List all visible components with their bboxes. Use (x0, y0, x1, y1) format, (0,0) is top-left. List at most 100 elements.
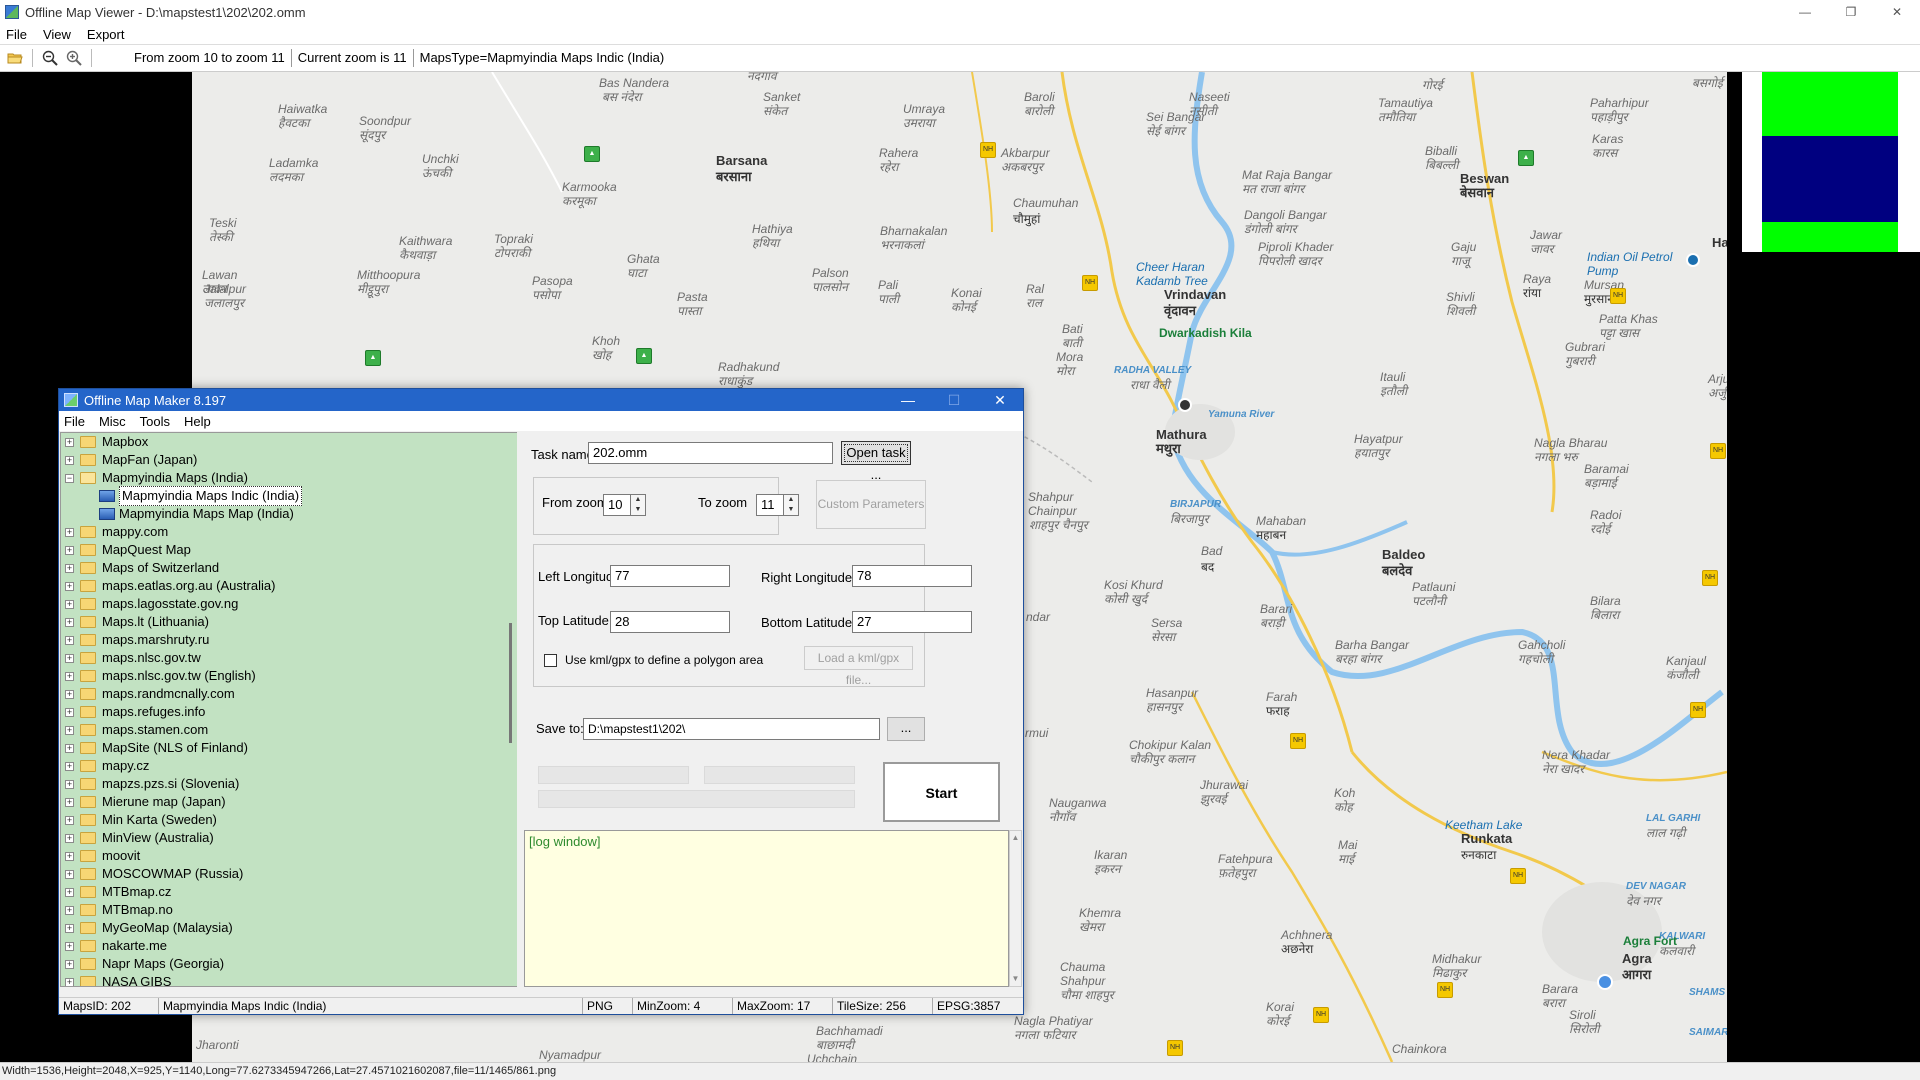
collapse-icon[interactable]: − (65, 473, 74, 483)
open-folder-icon[interactable] (6, 49, 24, 67)
tree-folder-item[interactable]: + MTBmap.no (61, 901, 505, 919)
tree-folder-item[interactable]: + mapy.cz (61, 757, 505, 775)
tree-leaf-item[interactable]: Mapmyindia Maps Indic (India) (61, 486, 505, 506)
task-name-input[interactable]: 202.omm (588, 442, 833, 464)
menu-export[interactable]: Export (87, 27, 125, 42)
dialog-close-button[interactable]: ✕ (977, 389, 1023, 411)
expand-icon[interactable]: + (65, 815, 74, 825)
stepper-down-icon[interactable]: ▼ (784, 505, 798, 515)
expand-icon[interactable]: + (65, 887, 74, 897)
expand-icon[interactable]: + (65, 743, 74, 753)
tree-folder-item[interactable]: + maps.nlsc.gov.tw (61, 649, 505, 667)
tree-folder-item[interactable]: + Mierune map (Japan) (61, 793, 505, 811)
dialog-menu-file[interactable]: File (64, 414, 85, 429)
menu-view[interactable]: View (43, 27, 71, 42)
tree-folder-item[interactable]: + MapQuest Map (61, 541, 505, 559)
tree-folder-item[interactable]: + maps.nlsc.gov.tw (English) (61, 667, 505, 685)
zoom-out-icon[interactable] (41, 49, 59, 67)
log-window[interactable]: [log window] (524, 830, 1009, 987)
tree-folder-item[interactable]: − Mapmyindia Maps (India) (61, 469, 505, 487)
expand-icon[interactable]: + (65, 959, 74, 969)
stepper-up-icon[interactable]: ▲ (631, 495, 645, 505)
use-kml-checkbox[interactable] (544, 654, 557, 667)
dialog-menu-help[interactable]: Help (184, 414, 211, 429)
expand-icon[interactable]: + (65, 563, 74, 573)
expand-icon[interactable]: + (65, 617, 74, 627)
tree-folder-item[interactable]: + nakarte.me (61, 937, 505, 955)
expand-icon[interactable]: + (65, 653, 74, 663)
to-zoom-stepper[interactable]: ▲ ▼ (783, 494, 799, 516)
tree-folder-item[interactable]: + mapzs.pzs.si (Slovenia) (61, 775, 505, 793)
tree-folder-item[interactable]: + Napr Maps (Georgia) (61, 955, 505, 973)
expand-icon[interactable]: + (65, 581, 74, 591)
save-to-input[interactable]: D:\mapstest1\202\ (583, 718, 880, 740)
expand-icon[interactable]: + (65, 725, 74, 735)
expand-icon[interactable]: + (65, 761, 74, 771)
expand-icon[interactable]: + (65, 779, 74, 789)
tree-folder-item[interactable]: + Maps.lt (Lithuania) (61, 613, 505, 631)
expand-icon[interactable]: + (65, 635, 74, 645)
tree-folder-item[interactable]: + maps.stamen.com (61, 721, 505, 739)
expand-icon[interactable]: + (65, 437, 74, 447)
tree-folder-item[interactable]: + maps.marshruty.ru (61, 631, 505, 649)
dialog-menu-misc[interactable]: Misc (99, 414, 126, 429)
tree-folder-item[interactable]: + NASA GIBS (61, 973, 505, 986)
tree-folder-item[interactable]: + MyGeoMap (Malaysia) (61, 919, 505, 937)
tree-folder-item[interactable]: + Mapbox (61, 433, 505, 451)
tree-folder-item[interactable]: + MOSCOWMAP (Russia) (61, 865, 505, 883)
tree-folder-item[interactable]: + maps.randmcnally.com (61, 685, 505, 703)
expand-icon[interactable]: + (65, 689, 74, 699)
tree-folder-item[interactable]: + MinView (Australia) (61, 829, 505, 847)
close-button[interactable]: ✕ (1874, 0, 1920, 24)
tree-folder-item[interactable]: + maps.eatlas.org.au (Australia) (61, 577, 505, 595)
dialog-menu-tools[interactable]: Tools (140, 414, 170, 429)
expand-icon[interactable]: + (65, 977, 74, 986)
start-button[interactable]: Start (883, 762, 1000, 822)
scroll-down-icon[interactable]: ▼ (1010, 972, 1021, 986)
expand-icon[interactable]: + (65, 923, 74, 933)
minimize-button[interactable]: — (1782, 0, 1828, 24)
expand-icon[interactable]: + (65, 707, 74, 717)
right-longitude-input[interactable]: 78 (852, 565, 972, 587)
tree-scrollbar-thumb[interactable] (509, 623, 512, 743)
tree-leaf-item[interactable]: Mapmyindia Maps Map (India) (61, 505, 505, 523)
tree-folder-item[interactable]: + MapSite (NLS of Finland) (61, 739, 505, 757)
zoom-in-icon[interactable] (65, 49, 83, 67)
expand-icon[interactable]: + (65, 941, 74, 951)
custom-parameters-button[interactable]: Custom Parameters (816, 480, 926, 529)
left-longitude-input[interactable]: 77 (610, 565, 730, 587)
from-zoom-stepper[interactable]: ▲ ▼ (630, 494, 646, 516)
expand-icon[interactable]: + (65, 599, 74, 609)
expand-icon[interactable]: + (65, 851, 74, 861)
tree-scrollbar[interactable] (505, 432, 517, 987)
open-task-button[interactable]: Open task ... (841, 441, 911, 482)
browse-save-button[interactable]: ... (887, 717, 925, 741)
tree-folder-item[interactable]: + MTBmap.cz (61, 883, 505, 901)
tree-folder-item[interactable]: + MapFan (Japan) (61, 451, 505, 469)
map-source-tree[interactable]: + Mapbox + MapFan (Japan) − Mapmyindia Maps (… (60, 432, 506, 987)
from-zoom-input[interactable]: 10 (603, 494, 631, 516)
restore-button[interactable]: ❐ (1828, 0, 1874, 24)
menu-file[interactable]: File (6, 27, 27, 42)
tree-folder-item[interactable]: + moovit (61, 847, 505, 865)
expand-icon[interactable]: + (65, 797, 74, 807)
top-latitude-input[interactable]: 28 (610, 611, 730, 633)
to-zoom-input[interactable]: 11 (756, 494, 784, 516)
tree-folder-item[interactable]: + Min Karta (Sweden) (61, 811, 505, 829)
dialog-minimize-button[interactable]: — (885, 389, 931, 411)
expand-icon[interactable]: + (65, 527, 74, 537)
tree-folder-item[interactable]: + Maps of Switzerland (61, 559, 505, 577)
log-scrollbar[interactable]: ▲ ▼ (1009, 830, 1022, 987)
stepper-down-icon[interactable]: ▼ (631, 505, 645, 515)
tree-folder-item[interactable]: + mappy.com (61, 523, 505, 541)
expand-icon[interactable]: + (65, 905, 74, 915)
expand-icon[interactable]: + (65, 455, 74, 465)
expand-icon[interactable]: + (65, 833, 74, 843)
expand-icon[interactable]: + (65, 869, 74, 879)
stepper-up-icon[interactable]: ▲ (784, 495, 798, 505)
bottom-latitude-input[interactable]: 27 (852, 611, 972, 633)
expand-icon[interactable]: + (65, 545, 74, 555)
dialog-maximize-button[interactable]: ☐ (931, 389, 977, 411)
tree-folder-item[interactable]: + maps.refuges.info (61, 703, 505, 721)
load-kml-button[interactable]: Load a kml/gpx file... (804, 646, 913, 687)
